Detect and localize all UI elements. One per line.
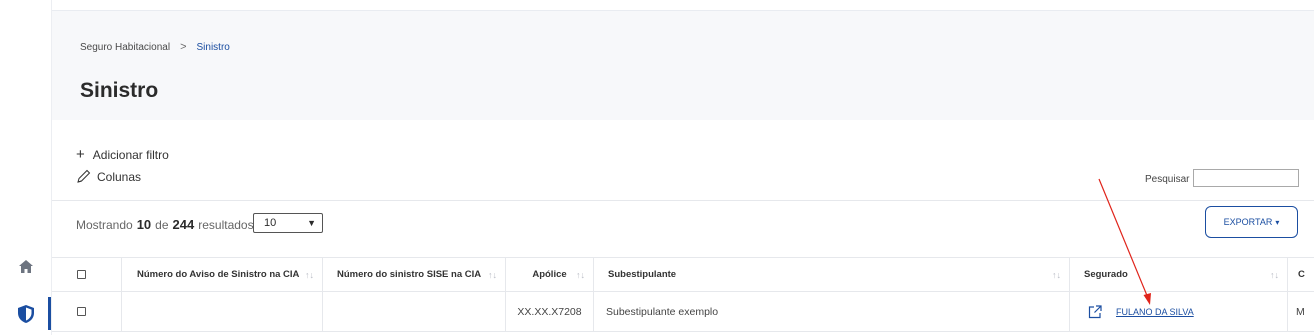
search-input[interactable] (1193, 169, 1299, 187)
page-size-value: 10 (264, 217, 277, 229)
external-link-icon[interactable] (1088, 304, 1102, 319)
header-aviso-label: Número do Aviso de Sinistro na CIA (137, 269, 300, 280)
header-select-cell (52, 258, 122, 291)
results-summary: Mostrando 10 de 244 resultados (76, 217, 254, 232)
add-filter-button[interactable]: + Adicionar filtro (76, 146, 169, 163)
breadcrumb: Seguro Habitacional > Sinistro (80, 41, 230, 53)
sort-icon: ↑↓ (1052, 269, 1061, 280)
header-apolice[interactable]: Apólice ↑↓ (506, 258, 594, 291)
plus-icon: + (76, 146, 85, 163)
divider (52, 200, 1314, 201)
cell-segurado: FULANO DA SILVA (1070, 292, 1288, 331)
export-label: EXPORTAR (1223, 217, 1273, 227)
header-subestipulante[interactable]: Subestipulante ↑↓ (594, 258, 1070, 291)
cell-aviso (122, 292, 323, 331)
header-apolice-label: Apólice (532, 269, 567, 280)
search-label: Pesquisar (1145, 174, 1190, 185)
results-of: de (155, 218, 169, 232)
page-size-select[interactable]: 10 ▼ (253, 213, 323, 233)
results-suffix: resultados (198, 218, 254, 232)
cell-sise (323, 292, 506, 331)
caret-down-icon: ▾ (1275, 217, 1280, 227)
results-total: 244 (172, 217, 195, 232)
header-segurado[interactable]: Segurado ↑↓ (1070, 258, 1288, 291)
header-sise-label: Número do sinistro SISE na CIA (337, 269, 482, 280)
export-button[interactable]: EXPORTAR ▾ (1205, 206, 1298, 238)
cell-apolice: XX.XX.X7208 (506, 292, 594, 331)
header-extra-label: C (1298, 269, 1305, 280)
row-select-cell (52, 292, 122, 331)
sort-icon: ↑↓ (1270, 269, 1279, 280)
breadcrumb-current: Sinistro (196, 41, 230, 53)
header-extra[interactable]: C (1288, 258, 1314, 291)
sort-icon: ↑↓ (576, 269, 585, 280)
page-title: Sinistro (80, 79, 159, 102)
header-segurado-label: Segurado (1084, 269, 1128, 280)
breadcrumb-separator: > (180, 41, 187, 53)
main-content: Seguro Habitacional > Sinistro Sinistro … (52, 0, 1314, 335)
add-filter-label: Adicionar filtro (92, 147, 169, 162)
active-nav-indicator (48, 297, 51, 330)
home-icon (19, 259, 33, 273)
table-row: XX.XX.X7208 Subestipulante exemplo FULAN… (52, 292, 1314, 332)
cell-extra: M (1296, 305, 1305, 318)
header-aviso[interactable]: Número do Aviso de Sinistro na CIA ↑↓ (122, 258, 323, 291)
cell-subestipulante: Subestipulante exemplo (594, 292, 1070, 331)
columns-button[interactable]: Colunas (76, 169, 141, 184)
select-all-checkbox[interactable] (77, 270, 86, 279)
results-shown: 10 (136, 217, 152, 232)
sidebar (0, 0, 52, 335)
sort-icon: ↑↓ (488, 269, 497, 280)
breadcrumb-parent-link[interactable]: Seguro Habitacional (80, 42, 170, 53)
pencil-icon (77, 169, 91, 183)
nav-sinistro[interactable] (14, 302, 38, 326)
shield-icon (18, 305, 34, 323)
page-header: Seguro Habitacional > Sinistro Sinistro (52, 10, 1314, 120)
results-prefix: Mostrando (76, 218, 133, 232)
header-sise[interactable]: Número do sinistro SISE na CIA ↑↓ (323, 258, 506, 291)
segurado-link[interactable]: FULANO DA SILVA (1116, 307, 1194, 317)
table-header: Número do Aviso de Sinistro na CIA ↑↓ Nú… (52, 257, 1314, 292)
columns-label: Colunas (97, 169, 142, 184)
sort-icon: ↑↓ (305, 269, 314, 280)
header-subestipulante-label: Subestipulante (608, 269, 677, 280)
nav-home[interactable] (16, 256, 36, 276)
row-checkbox[interactable] (77, 307, 86, 316)
chevron-down-icon: ▼ (307, 218, 316, 228)
